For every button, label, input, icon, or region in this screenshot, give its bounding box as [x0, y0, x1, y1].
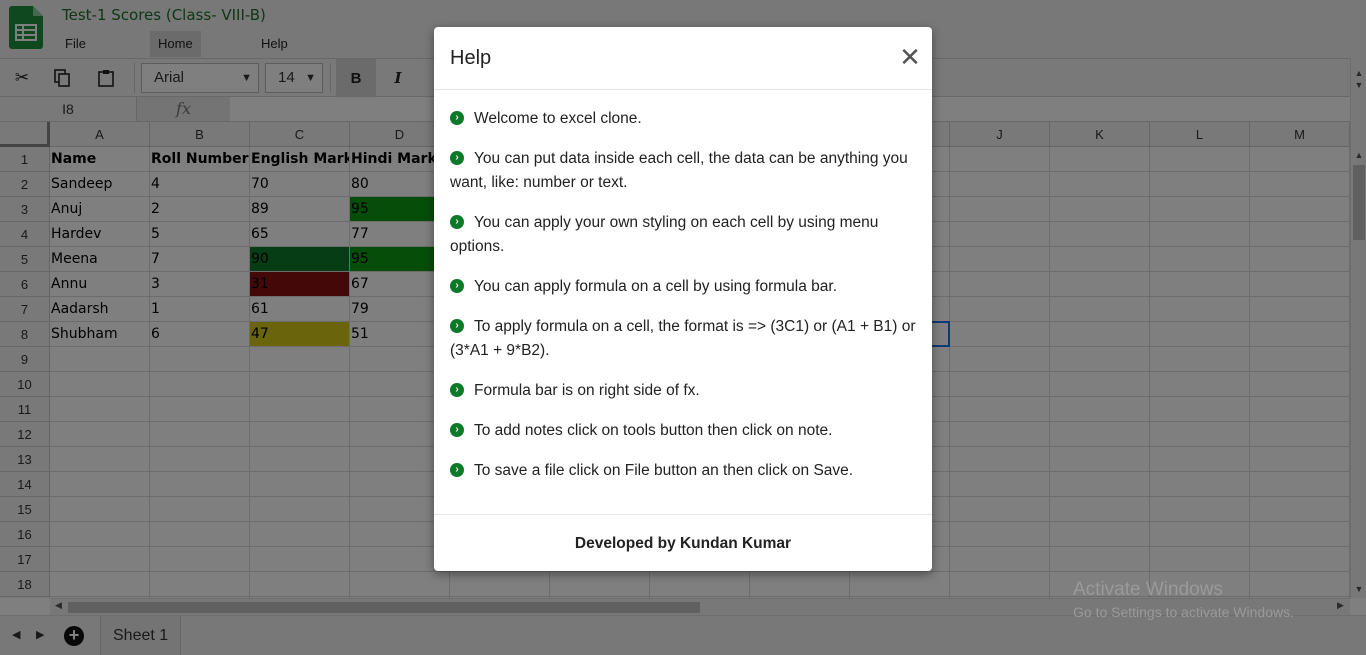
close-icon[interactable]: ✕ — [896, 43, 924, 71]
help-modal: Help ✕ › Welcome to excel clone. › You can… — [434, 27, 932, 571]
help-item: › To add notes click on tools button then… — [450, 419, 916, 443]
modal-body: › Welcome to excel clone. › You can put da… — [450, 90, 920, 514]
chevron-right-circle-icon: › — [450, 319, 464, 333]
activation-watermark-text: Go to Settings to activate Windows. — [1073, 604, 1294, 620]
activation-watermark-title: Activate Windows — [1073, 579, 1223, 600]
chevron-right-circle-icon: › — [450, 215, 464, 229]
chevron-right-circle-icon: › — [450, 111, 464, 125]
help-item: › You can apply your own styling on each … — [450, 214, 879, 255]
chevron-right-circle-icon: › — [450, 279, 464, 293]
help-item: › To save a file click on File button an … — [450, 459, 916, 483]
chevron-right-circle-icon: › — [450, 423, 464, 437]
help-item: › You can apply formula on a cell by usin… — [450, 275, 916, 299]
modal-footer-credit: Developed by Kundan Kumar — [434, 514, 932, 571]
help-item: › Welcome to excel clone. — [450, 107, 916, 131]
help-item: › Formula bar is on right side of fx. — [450, 379, 916, 403]
help-item: › To apply formula on a cell, the format … — [450, 318, 916, 359]
modal-header: Help ✕ — [434, 27, 932, 90]
modal-title: Help — [450, 47, 492, 69]
chevron-right-circle-icon: › — [450, 383, 464, 397]
chevron-right-circle-icon: › — [450, 463, 464, 477]
help-item: › You can put data inside each cell, the … — [450, 150, 908, 191]
chevron-right-circle-icon: › — [450, 151, 464, 165]
